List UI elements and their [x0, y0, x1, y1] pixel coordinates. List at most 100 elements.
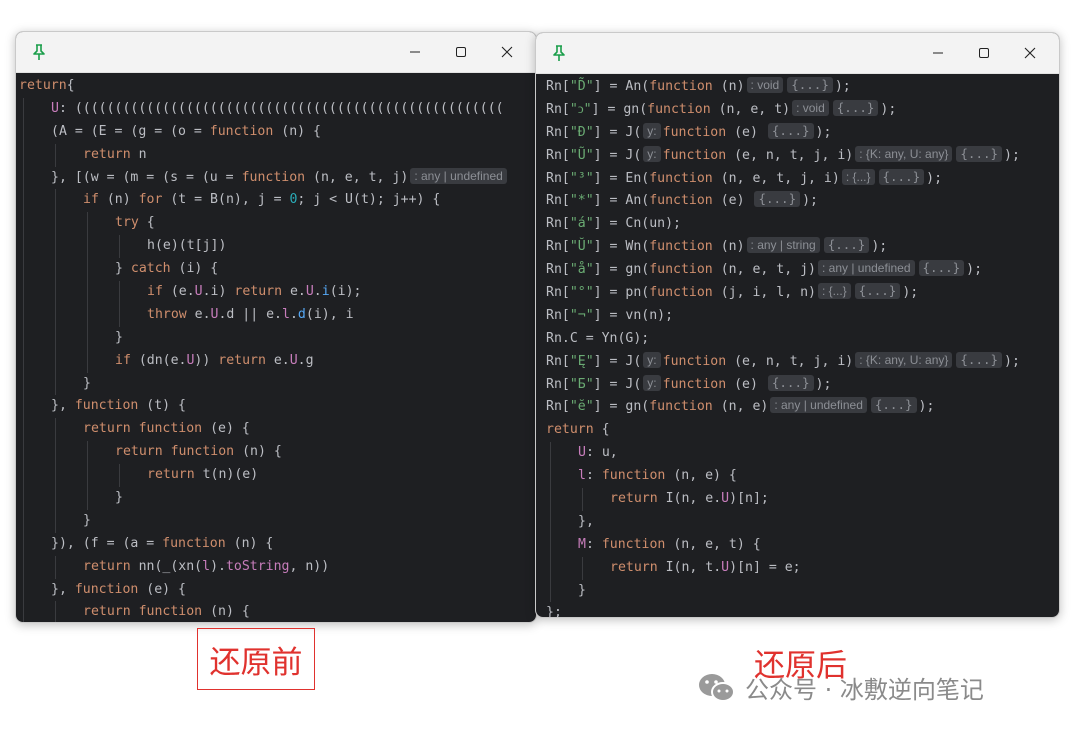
close-button[interactable]	[484, 32, 530, 72]
code-line: }	[536, 579, 1059, 603]
folded-code-button[interactable]: {...}	[767, 122, 814, 139]
indent-guide	[55, 464, 56, 488]
maximize-button[interactable]	[438, 32, 484, 72]
code-token: (t) {	[138, 398, 186, 414]
folded-code-button[interactable]: {...}	[787, 77, 833, 93]
indent-guide	[23, 97, 24, 121]
indent-guide	[550, 579, 551, 603]
indent-guide	[55, 441, 56, 465]
indent-guide	[582, 556, 583, 580]
code-token: ] = Wn(	[593, 239, 650, 255]
indent-guide	[23, 509, 24, 533]
folded-code-button[interactable]: {...}	[878, 168, 925, 185]
maximize-button[interactable]	[961, 33, 1007, 73]
indent-guide	[55, 212, 56, 236]
code-token: (e)	[726, 376, 766, 392]
code-token: (i), i	[305, 306, 354, 322]
code-token: for	[138, 192, 163, 208]
code-token: "Ŭ"	[569, 239, 594, 255]
indent-guide	[23, 235, 24, 259]
code-token: ))	[194, 352, 219, 368]
minimize-button[interactable]	[392, 32, 438, 72]
code-line: if (e.U.i) return e.U.i(i);	[16, 281, 536, 304]
code-token: function	[662, 147, 727, 163]
code-token: },	[51, 398, 75, 414]
code-token: ] = J(	[593, 124, 642, 140]
code-token: .g	[297, 352, 314, 368]
code-token: , n))	[289, 558, 330, 574]
code-token: "°"	[569, 285, 594, 301]
code-line: U: u,	[536, 442, 1059, 466]
close-button[interactable]	[1007, 33, 1053, 73]
code-token: Rn[	[546, 216, 570, 232]
code-line: Rn["³"] = En(function (n, e, t, j, i): {…	[536, 168, 1059, 191]
code-token: ] = J(	[593, 353, 642, 369]
code-token: (dn(e.	[130, 352, 187, 368]
folded-code-button[interactable]: {...}	[754, 191, 801, 208]
code-token: "ↄ"	[569, 101, 592, 117]
code-line: } catch (i) {	[16, 258, 536, 282]
pin-icon[interactable]	[30, 43, 48, 61]
folded-code-button[interactable]: {...}	[854, 283, 901, 300]
indent-guide	[55, 303, 56, 327]
code-token: return	[19, 78, 67, 93]
indent-guide	[23, 578, 24, 602]
code-token: function	[662, 353, 727, 369]
code-editor-before[interactable]: return{U: ((((((((((((((((((((((((((((((…	[16, 73, 536, 622]
code-line: }	[16, 326, 536, 350]
code-token: );	[918, 399, 935, 415]
indent-guide	[23, 189, 24, 213]
code-line: Rn["Ƃ"] = J(y: function (e) {...});	[536, 374, 1059, 397]
code-token: );	[815, 124, 832, 140]
folded-code-button[interactable]: {...}	[832, 99, 879, 116]
folded-code-button[interactable]: {...}	[956, 145, 1003, 162]
code-line: }, function (e) {	[16, 578, 536, 602]
indent-guide	[87, 212, 88, 236]
code-token: Rn[	[546, 147, 570, 163]
code-line: Rn["ↄ"] = gn(function (n, e, t): void {..…	[536, 99, 1059, 122]
indent-guide	[55, 143, 56, 167]
indent-guide	[23, 395, 24, 419]
inlay-hint: : any | undefined	[817, 260, 915, 277]
code-token: }	[115, 329, 123, 345]
indent-guide	[87, 303, 88, 327]
indent-guide	[55, 509, 56, 533]
inlay-hint: : {...}	[841, 168, 875, 185]
code-line: }	[16, 509, 536, 533]
folded-code-button[interactable]: {...}	[956, 351, 1003, 368]
inlay-hint: : {K: any, U: any}	[855, 351, 953, 368]
folded-code-button[interactable]: {...}	[870, 397, 917, 414]
code-token: throw	[147, 306, 187, 322]
code-token: (e, n, t, j, i)	[726, 353, 854, 369]
code-token: i	[321, 284, 330, 300]
code-token: function	[74, 398, 139, 414]
code-token: }	[115, 261, 131, 277]
code-line: Rn["Ũ"] = J(y: function (e, n, t, j, i): …	[536, 145, 1059, 168]
label-before: 还原前	[197, 628, 315, 690]
folded-code-button[interactable]: {...}	[823, 237, 870, 254]
code-token: (n) {	[234, 444, 282, 460]
code-token: catch	[130, 261, 171, 277]
code-token: if	[115, 352, 131, 368]
minimize-button[interactable]	[915, 33, 961, 73]
close-icon	[1024, 47, 1036, 59]
indent-guide	[87, 326, 88, 350]
code-token: "å"	[569, 262, 594, 278]
code-editor-after[interactable]: Rn["D̃"] = An(function (n): void {...}); R…	[536, 74, 1059, 617]
pin-icon[interactable]	[550, 44, 568, 62]
code-token: );	[902, 285, 919, 301]
code-token: Rn[	[546, 101, 570, 117]
code-line: return I(n, t.U)[n] = e;	[536, 556, 1059, 580]
code-token: U	[721, 559, 730, 575]
indent-guide	[23, 464, 24, 488]
folded-code-button[interactable]: {...}	[767, 374, 814, 391]
folded-code-button[interactable]: {...}	[918, 260, 965, 277]
indent-guide	[87, 349, 88, 373]
code-token: if	[147, 284, 163, 300]
code-token: "Ę"	[569, 353, 594, 369]
code-token: );	[880, 101, 897, 117]
code-line: return{	[16, 75, 536, 98]
code-token: (e, n, t, j, i)	[726, 147, 854, 163]
inlay-hint: : any | string	[746, 237, 820, 254]
inlay-hint: : void	[746, 77, 784, 93]
